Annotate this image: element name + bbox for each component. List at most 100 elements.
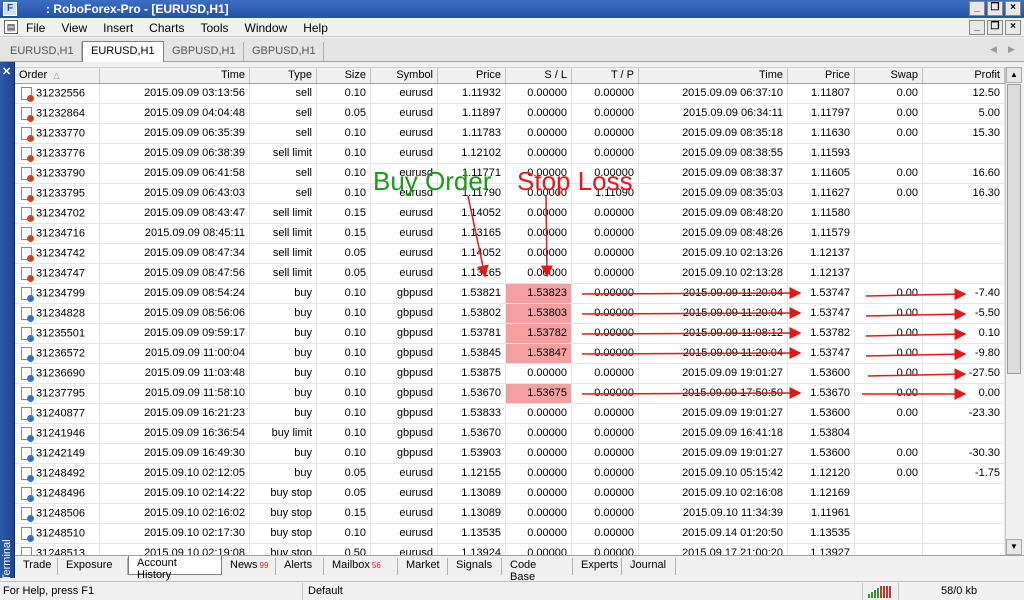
size-cell: 0.10 (317, 284, 371, 303)
menu-window[interactable]: Window (245, 21, 288, 35)
buy-order-icon (21, 507, 34, 522)
chart-tab[interactable]: GBPUSD,H1 (244, 42, 324, 61)
menu-file[interactable]: File (26, 21, 45, 35)
child-minimize-button[interactable]: _ (969, 20, 985, 35)
ctime-cell: 2015.09.10 02:16:08 (639, 484, 788, 503)
terminal-tab-account-history[interactable]: Account History (128, 556, 222, 581)
table-row[interactable]: 31248496 2015.09.10 02:14:22 buy stop 0.05 e… (15, 484, 1005, 504)
terminal-tab-alerts[interactable]: Alerts (276, 558, 324, 575)
close-button[interactable]: × (1005, 1, 1021, 16)
table-row[interactable]: 31234716 2015.09.09 08:45:11 sell limit 0.1… (15, 224, 1005, 244)
table-row[interactable]: 31234747 2015.09.09 08:47:56 sell limit 0.0… (15, 264, 1005, 284)
column-header-time[interactable]: Time (100, 68, 250, 83)
terminal-tab-exposure[interactable]: Exposure (58, 558, 128, 575)
vertical-scrollbar[interactable]: ▲ ▼ (1005, 67, 1022, 555)
cprice-cell: 1.11807 (788, 84, 855, 103)
column-header-symbol[interactable]: Symbol (371, 68, 438, 83)
table-row[interactable]: 31237795 2015.09.09 11:58:10 buy 0.10 gbpusd… (15, 384, 1005, 404)
column-header-price[interactable]: Price (438, 68, 506, 83)
chart-tab[interactable]: EURUSD,H1 (82, 41, 164, 62)
scroll-up-icon[interactable]: ▲ (1006, 67, 1022, 83)
buy-order-icon (21, 547, 32, 555)
column-header-profit[interactable]: Profit (923, 68, 1005, 83)
close-terminal-icon[interactable]: ✕ (2, 65, 11, 78)
child-restore-button[interactable]: ❐ (987, 20, 1003, 35)
sl-cell: 1.53782 (506, 324, 572, 343)
time-cell: 2015.09.09 11:00:04 (100, 344, 250, 363)
table-row[interactable]: 31248506 2015.09.10 02:16:02 buy stop 0.15 e… (15, 504, 1005, 524)
chart-tab[interactable]: GBPUSD,H1 (164, 42, 244, 61)
column-header-tp[interactable]: T / P (572, 68, 639, 83)
document-icon[interactable]: ▤ (4, 20, 18, 34)
ctime-cell: 2015.09.09 11:20:04 (639, 304, 788, 323)
column-header-swap[interactable]: Swap (855, 68, 923, 83)
price-cell: 1.53875 (438, 364, 506, 383)
menu-charts[interactable]: Charts (149, 21, 184, 35)
cprice-cell: 1.53747 (788, 284, 855, 303)
table-row[interactable]: 31248513 2015.09.10 02:19:08 buy stop 0.50 e… (15, 544, 1005, 555)
terminal-tab-journal[interactable]: Journal (622, 558, 676, 575)
sl-cell: 1.53675 (506, 384, 572, 403)
type-cell: sell limit (250, 224, 317, 243)
table-row[interactable]: 31240877 2015.09.09 16:21:23 buy 0.10 gbpusd… (15, 404, 1005, 424)
table-row[interactable]: 31234742 2015.09.09 08:47:34 sell limit 0.0… (15, 244, 1005, 264)
terminal-tab-code-base[interactable]: Code Base (502, 558, 573, 583)
table-row[interactable]: 31234799 2015.09.09 08:54:24 buy 0.10 gbpusd… (15, 284, 1005, 304)
profit-cell (923, 264, 1005, 283)
column-header-sl[interactable]: S / L (506, 68, 572, 83)
table-row[interactable]: 31233776 2015.09.09 06:38:39 sell limit 0.1… (15, 144, 1005, 164)
sl-cell: 0.00000 (506, 544, 572, 555)
terminal-tab-experts[interactable]: Experts (573, 558, 622, 575)
table-row[interactable]: 31234702 2015.09.09 08:43:47 sell limit 0.1… (15, 204, 1005, 224)
type-cell: buy stop (250, 504, 317, 523)
type-cell: buy stop (250, 524, 317, 543)
ctime-cell: 2015.09.10 02:13:26 (639, 244, 788, 263)
order-id: 31248492 (36, 467, 85, 480)
column-header-type[interactable]: Type (250, 68, 317, 83)
scroll-down-icon[interactable]: ▼ (1006, 539, 1022, 555)
table-row[interactable]: 31241946 2015.09.09 16:36:54 buy limit 0.10… (15, 424, 1005, 444)
ctime-cell: 2015.09.09 19:01:27 (639, 404, 788, 423)
order-id: 31234799 (36, 287, 85, 300)
ctime-cell: 2015.09.17 21:00:20 (639, 544, 788, 555)
table-row[interactable]: 31248510 2015.09.10 02:17:30 buy stop 0.10 e… (15, 524, 1005, 544)
child-close-button[interactable]: × (1005, 20, 1021, 35)
table-row[interactable]: 31236572 2015.09.09 11:00:04 buy 0.10 gbpusd… (15, 344, 1005, 364)
tab-scroll-right-icon[interactable]: ▶ (1008, 44, 1015, 55)
column-header-order[interactable]: Order △ (15, 68, 100, 83)
unread-count-badge: 56 (371, 561, 381, 570)
column-header-size[interactable]: Size (317, 68, 371, 83)
table-row[interactable]: 31233770 2015.09.09 06:35:39 sell 0.10 eurus… (15, 124, 1005, 144)
terminal-tab-market[interactable]: Market (398, 558, 448, 575)
menu-help[interactable]: Help (303, 21, 328, 35)
time-cell: 2015.09.10 02:17:30 (100, 524, 250, 543)
table-row[interactable]: 31234828 2015.09.09 08:56:06 buy 0.10 gbpusd… (15, 304, 1005, 324)
table-row[interactable]: 31248492 2015.09.10 02:12:05 buy 0.05 eurusd… (15, 464, 1005, 484)
table-row[interactable]: 31233790 2015.09.09 06:41:58 sell 0.10 eurus… (15, 164, 1005, 184)
size-cell: 0.10 (317, 84, 371, 103)
tab-scroll-left-icon[interactable]: ◀ (990, 44, 997, 55)
sl-cell: 0.00000 (506, 264, 572, 283)
column-header-time-close[interactable]: Time (639, 68, 788, 83)
terminal-tab-news[interactable]: News 99 (222, 558, 276, 575)
chart-tab[interactable]: EURUSD,H1 (2, 42, 82, 61)
terminal-tab-mailbox[interactable]: Mailbox 56 (324, 558, 398, 575)
terminal-tab-trade[interactable]: Trade (15, 558, 58, 575)
menu-insert[interactable]: Insert (103, 21, 133, 35)
table-row[interactable]: 31235501 2015.09.09 09:59:17 buy 0.10 gbpusd… (15, 324, 1005, 344)
table-row[interactable]: 31232556 2015.09.09 03:13:56 sell 0.10 eurus… (15, 84, 1005, 104)
menu-tools[interactable]: Tools (201, 21, 229, 35)
minimize-button[interactable]: _ (969, 1, 985, 16)
restore-button[interactable]: ❐ (987, 1, 1003, 16)
scroll-thumb[interactable] (1007, 84, 1021, 374)
cprice-cell: 1.12137 (788, 264, 855, 283)
table-row[interactable]: 31242149 2015.09.09 16:49:30 buy 0.10 gbpusd… (15, 444, 1005, 464)
menu-view[interactable]: View (61, 21, 87, 35)
terminal-tab-signals[interactable]: Signals (448, 558, 502, 575)
order-id: 31237795 (36, 387, 85, 400)
table-row[interactable]: 31233795 2015.09.09 06:43:03 sell 0.10 eurus… (15, 184, 1005, 204)
tp-cell: 0.00000 (572, 424, 639, 443)
table-row[interactable]: 31232864 2015.09.09 04:04:48 sell 0.05 eurus… (15, 104, 1005, 124)
column-header-price-close[interactable]: Price (788, 68, 855, 83)
table-row[interactable]: 31236690 2015.09.09 11:03:48 buy 0.10 gbpusd… (15, 364, 1005, 384)
